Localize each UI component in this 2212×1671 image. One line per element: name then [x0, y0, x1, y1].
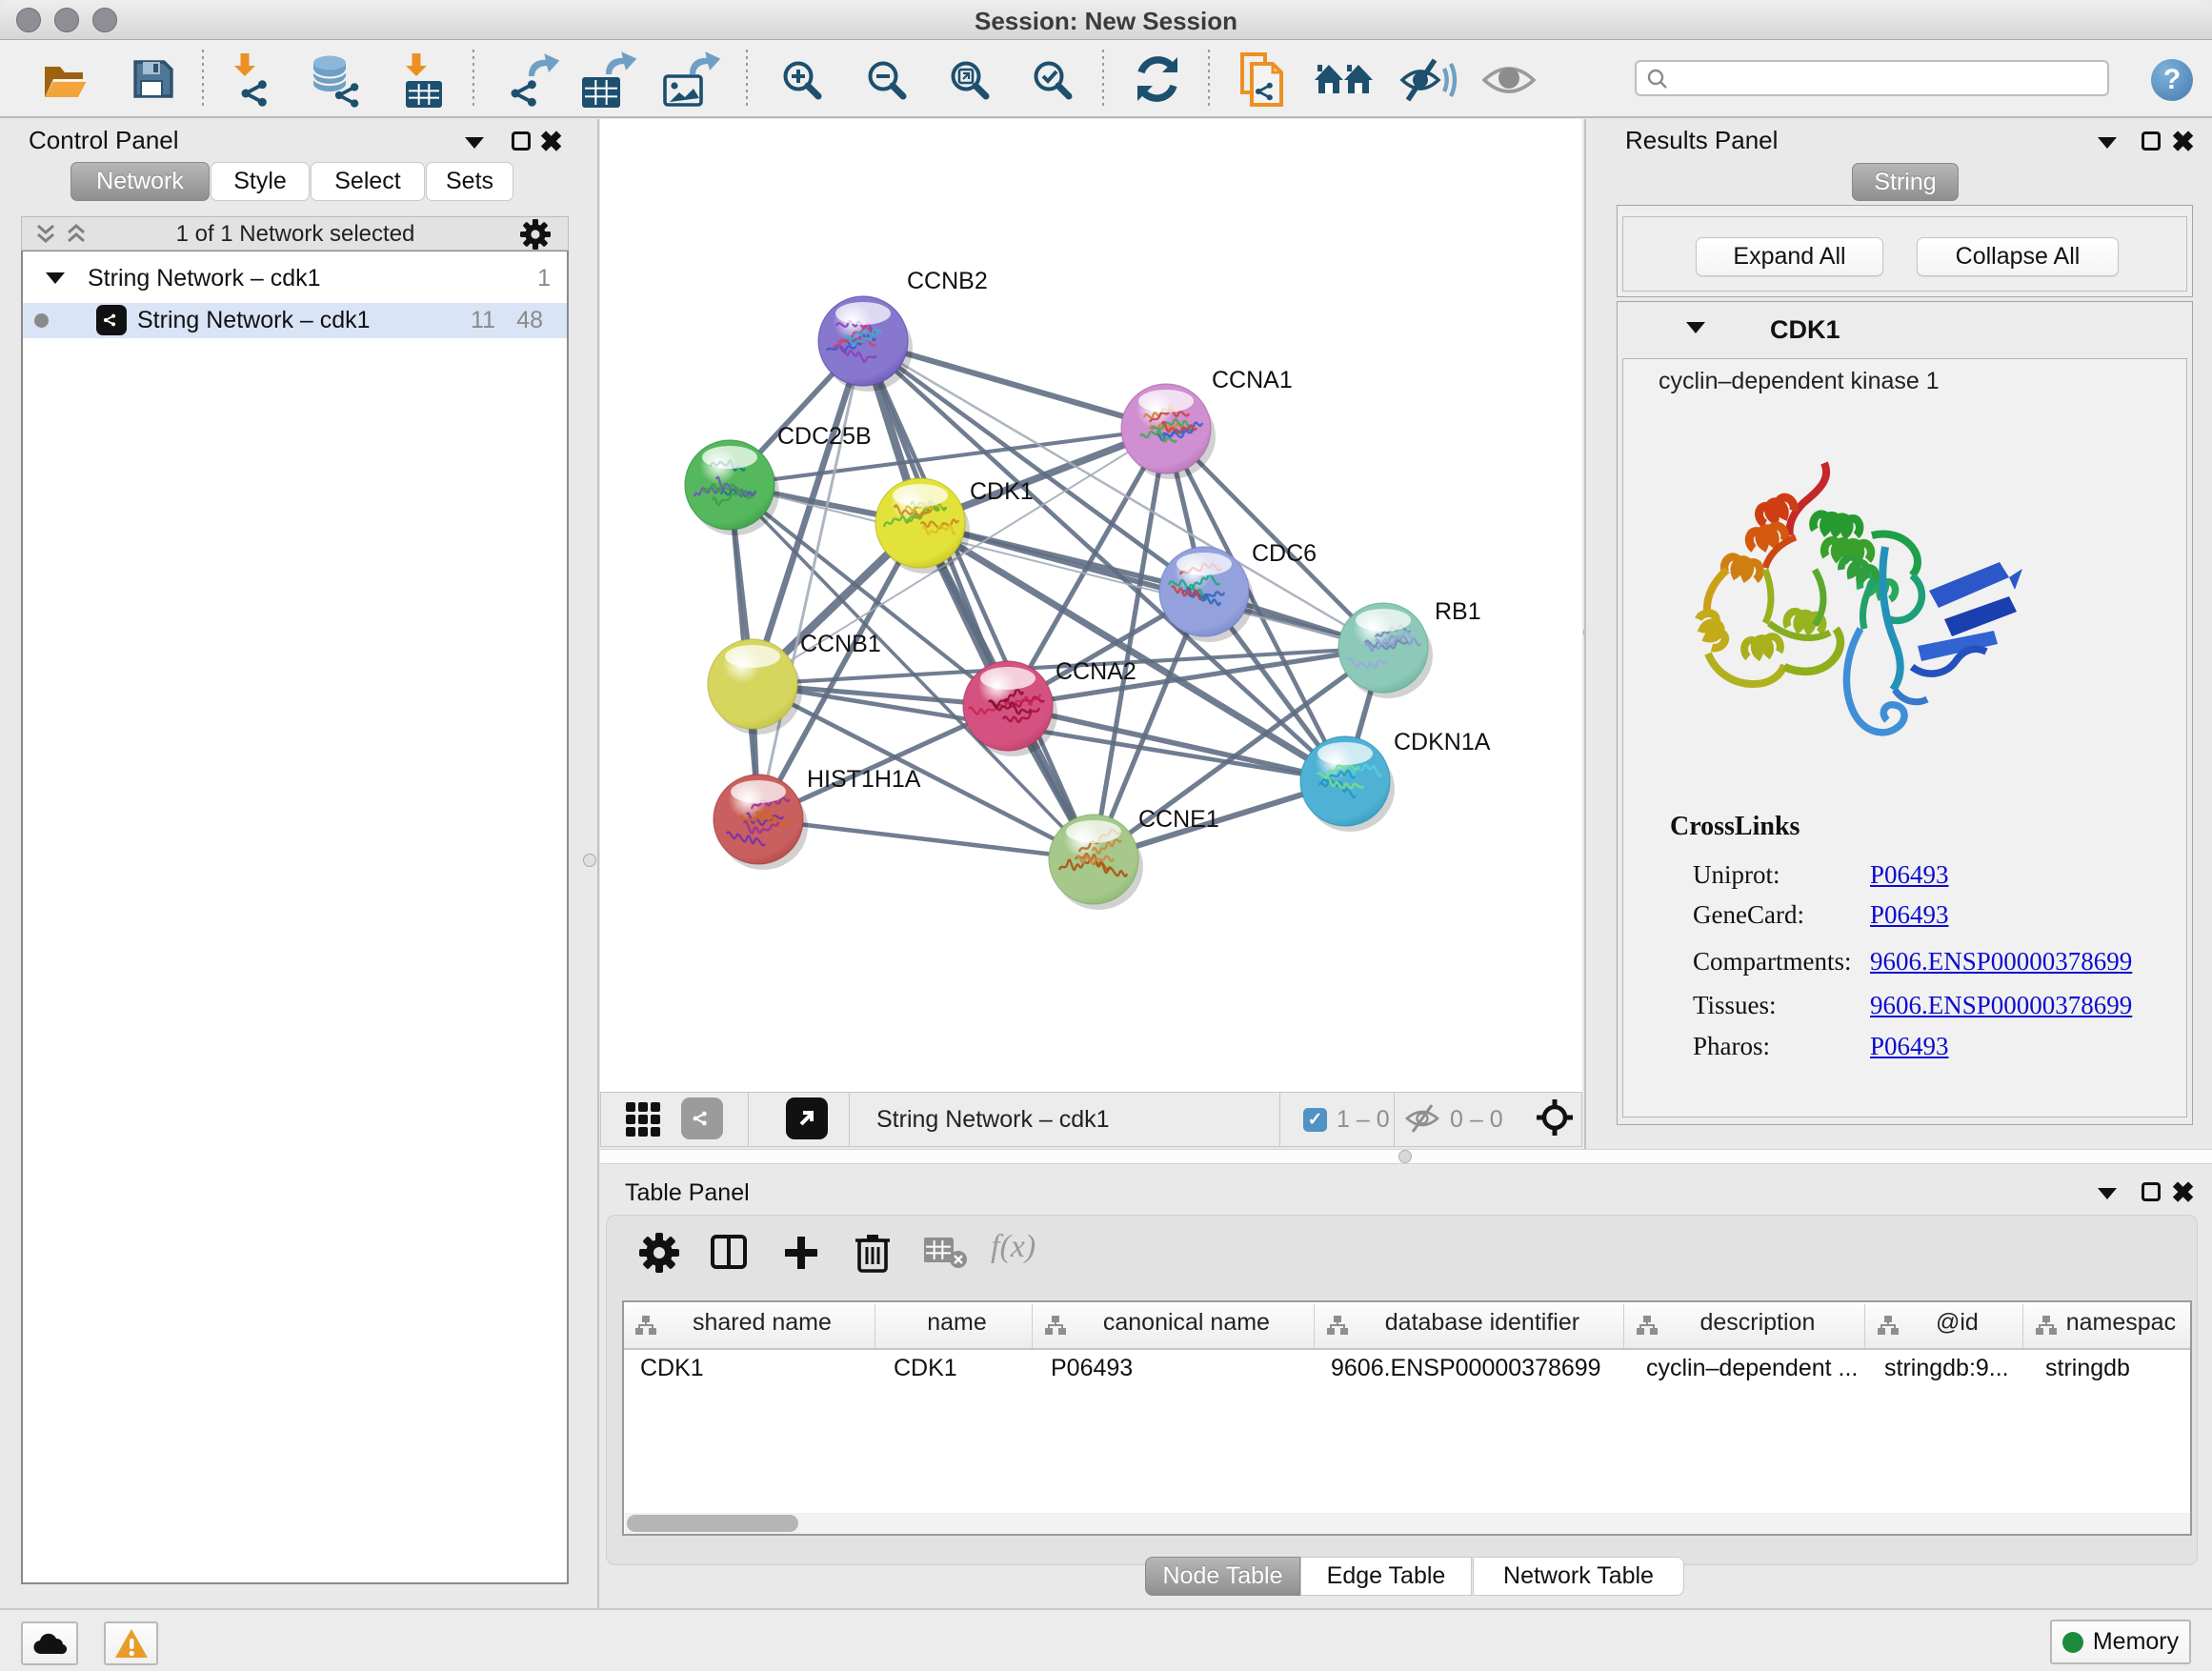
svg-text:CDK1: CDK1: [970, 478, 1034, 505]
svg-text:HIST1H1A: HIST1H1A: [807, 766, 921, 793]
svg-text:CCNB1: CCNB1: [800, 631, 881, 657]
svg-text:CDKN1A: CDKN1A: [1394, 729, 1491, 755]
svg-text:CDC25B: CDC25B: [777, 423, 872, 450]
svg-text:CCNE1: CCNE1: [1138, 806, 1219, 833]
svg-text:CCNB2: CCNB2: [907, 268, 988, 294]
svg-text:CCNA2: CCNA2: [1056, 658, 1136, 685]
svg-text:RB1: RB1: [1435, 598, 1481, 625]
svg-text:CCNA1: CCNA1: [1212, 367, 1293, 393]
svg-text:CDC6: CDC6: [1252, 540, 1317, 567]
